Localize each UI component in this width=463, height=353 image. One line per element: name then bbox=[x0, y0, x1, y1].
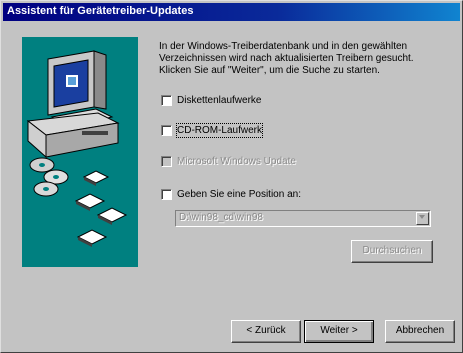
location-value: D:\win98_cd\win98 bbox=[179, 212, 263, 223]
windows-update-checkbox bbox=[161, 156, 172, 167]
windows-update-label: Microsoft Windows Update bbox=[177, 156, 296, 167]
wizard-illustration bbox=[22, 37, 138, 267]
floppy-drives-checkbox[interactable] bbox=[161, 95, 172, 106]
title-bar[interactable]: Assistent für Gerätetreiber-Updates bbox=[3, 3, 460, 21]
wizard-window: Assistent für Gerätetreiber-Updates In d… bbox=[0, 0, 463, 353]
browse-button: Durchsuchen bbox=[351, 240, 433, 263]
specify-location-checkbox[interactable] bbox=[161, 189, 172, 200]
instruction-line: In der Windows-Treiberdatenbank und in d… bbox=[159, 41, 408, 52]
floppy-disk-icon bbox=[74, 170, 128, 247]
cancel-button[interactable]: Abbrechen bbox=[385, 320, 455, 343]
chevron-down-icon bbox=[419, 215, 425, 219]
cd-icon bbox=[29, 157, 69, 197]
window-title: Assistent für Gerätetreiber-Updates bbox=[7, 5, 194, 17]
instruction-line: Verzeichnissen wird nach aktualisierten … bbox=[159, 53, 414, 64]
cd-rom-drive-checkbox[interactable] bbox=[161, 125, 172, 136]
instruction-line: Klicken Sie auf "Weiter", um die Suche z… bbox=[159, 65, 380, 76]
next-button[interactable]: Weiter > bbox=[304, 320, 374, 343]
location-combobox: D:\win98_cd\win98 bbox=[175, 210, 431, 227]
specify-location-label: Geben Sie eine Position an: bbox=[177, 189, 301, 200]
instruction-text: In der Windows-Treiberdatenbank und in d… bbox=[159, 41, 451, 77]
computer-icon bbox=[26, 50, 120, 159]
floppy-drives-label: Diskettenlaufwerke bbox=[177, 95, 262, 106]
cd-rom-drive-label: CD-ROM-Laufwerk bbox=[175, 123, 264, 138]
back-button[interactable]: < Zurück bbox=[231, 320, 301, 343]
location-dropdown-button bbox=[416, 212, 429, 225]
